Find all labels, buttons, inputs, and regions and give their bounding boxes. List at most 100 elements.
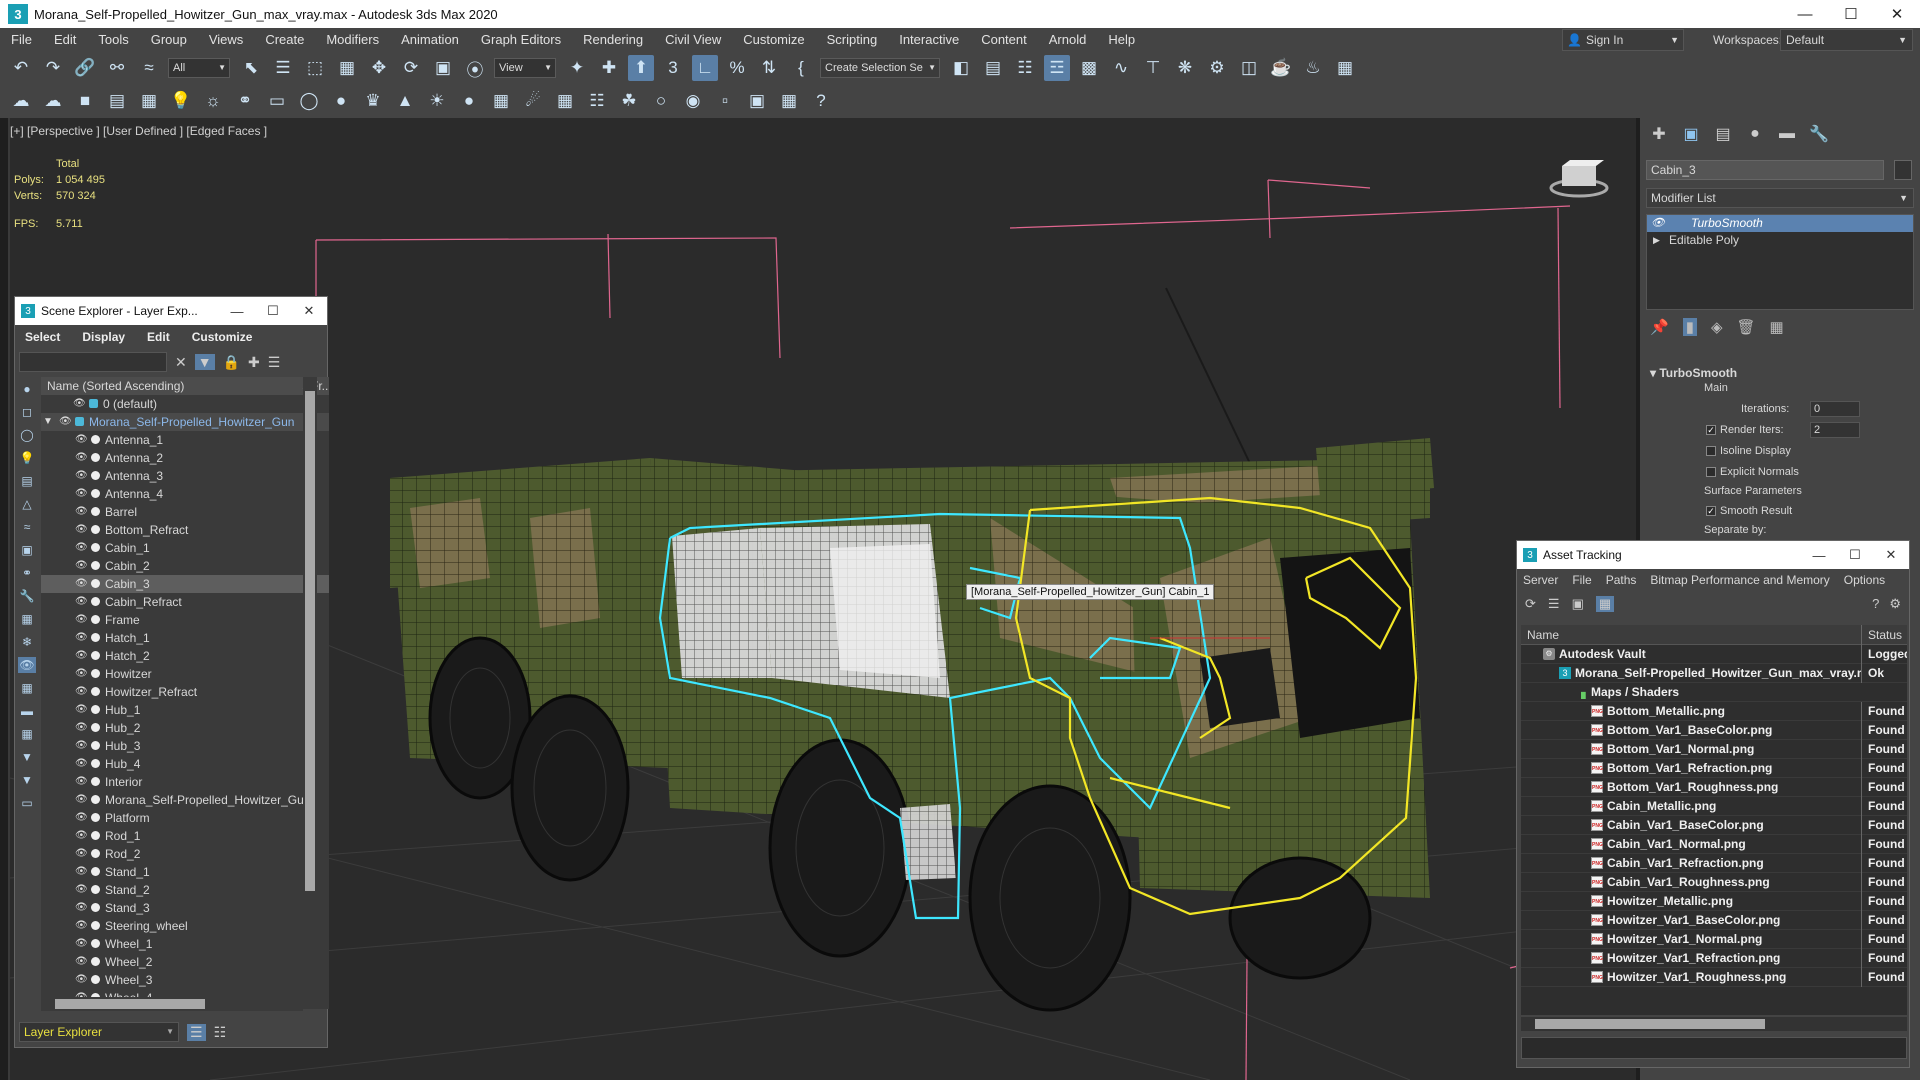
- eye-icon[interactable]: 👁: [75, 431, 88, 449]
- scene-explorer-title-bar[interactable]: 3 Scene Explorer - Layer Exp... — ☐ ✕: [15, 297, 327, 325]
- asset-row-texture[interactable]: PNG Bottom_Var1_Normal.png Found: [1521, 740, 1907, 759]
- asset-row-texture[interactable]: PNG Howitzer_Var1_Normal.png Found: [1521, 930, 1907, 949]
- show-end-result-icon[interactable]: ▮: [1682, 318, 1697, 336]
- menu-group[interactable]: Group: [140, 28, 198, 52]
- tree-row[interactable]: 👁 Hub_1: [41, 701, 329, 719]
- stack-item-turbosmooth[interactable]: 👁 TurboSmooth: [1647, 215, 1913, 232]
- groups-filter-icon[interactable]: ▣: [18, 542, 36, 558]
- se-menu-edit[interactable]: Edit: [147, 330, 170, 344]
- remove-modifier-icon[interactable]: 🗑: [1737, 318, 1756, 336]
- tree-row[interactable]: 👁 Cabin_2: [41, 557, 329, 575]
- eye-icon[interactable]: 👁: [75, 539, 88, 557]
- modifier-list-dropdown[interactable]: Modifier List ▼: [1646, 188, 1914, 208]
- tree-row[interactable]: 👁 Barrel: [41, 503, 329, 521]
- menu-content[interactable]: Content: [970, 28, 1038, 52]
- eye-icon[interactable]: 👁: [75, 449, 88, 467]
- asset-row-texture[interactable]: PNG Cabin_Metallic.png Found: [1521, 797, 1907, 816]
- tree-row[interactable]: 👁 Antenna_4: [41, 485, 329, 503]
- eye-icon[interactable]: 👁: [75, 557, 88, 575]
- eye-icon[interactable]: 👁: [75, 971, 88, 989]
- name-column-header[interactable]: Name (Sorted Ascending): [47, 379, 184, 393]
- menu-rendering[interactable]: Rendering: [572, 28, 654, 52]
- tree-row[interactable]: 👁 Antenna_2: [41, 449, 329, 467]
- scroll-thumb[interactable]: [305, 391, 315, 891]
- shapes-filter-icon[interactable]: ◯: [18, 427, 36, 443]
- new-layer-icon[interactable]: ✚: [248, 354, 260, 371]
- tree-row[interactable]: 👁 Stand_3: [41, 899, 329, 917]
- mirror-icon[interactable]: ◧: [948, 55, 974, 81]
- move-icon[interactable]: ✥: [366, 55, 392, 81]
- collapse-arrow-icon[interactable]: ▼: [43, 413, 53, 431]
- bind-space-warp-icon[interactable]: ≈: [136, 55, 162, 81]
- align-icon[interactable]: ▤: [980, 55, 1006, 81]
- bones-filter-icon[interactable]: 🔧: [18, 588, 36, 604]
- select-manipulate-icon[interactable]: ✚: [596, 55, 622, 81]
- unlink-icon[interactable]: ⚯: [104, 55, 130, 81]
- explicit-normals-checkbox[interactable]: [1706, 466, 1716, 477]
- vray-sun-icon[interactable]: ☀: [424, 88, 450, 114]
- list-view-icon[interactable]: ☰: [1548, 596, 1560, 612]
- eye-icon[interactable]: 👁: [1651, 215, 1665, 232]
- maximize-icon[interactable]: ☐: [1837, 547, 1873, 563]
- tree-horizontal-scrollbar[interactable]: [41, 997, 303, 1011]
- create-tab-icon[interactable]: ✚: [1646, 121, 1672, 147]
- vray-vfb-icon[interactable]: ▣: [744, 88, 770, 114]
- asset-row-texture[interactable]: PNG Bottom_Var1_Refraction.png Found: [1521, 759, 1907, 778]
- vray-clipper-icon[interactable]: ☘: [616, 88, 642, 114]
- asset-horizontal-scrollbar[interactable]: [1521, 1017, 1907, 1031]
- tree-row[interactable]: 👁 Wheel_2: [41, 953, 329, 971]
- minimize-icon[interactable]: —: [1782, 0, 1828, 28]
- lock-icon[interactable]: 🔒: [223, 354, 240, 371]
- menu-civil-view[interactable]: Civil View: [654, 28, 732, 52]
- render-production-icon[interactable]: ☕: [1268, 55, 1294, 81]
- eye-icon[interactable]: 👁: [75, 665, 88, 683]
- maximize-icon[interactable]: ☐: [1828, 0, 1874, 28]
- asset-path-field[interactable]: [1521, 1037, 1907, 1059]
- tree-row[interactable]: 👁 Rod_2: [41, 845, 329, 863]
- tree-row[interactable]: 👁 Stand_1: [41, 863, 329, 881]
- tree-row[interactable]: 👁 Frame: [41, 611, 329, 629]
- eye-icon[interactable]: 👁: [75, 485, 88, 503]
- helpers-filter-icon[interactable]: △: [18, 496, 36, 512]
- tree-row[interactable]: 👁 0 (default): [41, 395, 329, 413]
- tree-row[interactable]: 👁 Antenna_1: [41, 431, 329, 449]
- geometry-filter-icon[interactable]: ◻: [18, 404, 36, 420]
- eye-icon[interactable]: 👁: [75, 917, 88, 935]
- minimize-icon[interactable]: —: [219, 304, 255, 319]
- rollout-title[interactable]: ▾ TurboSmooth: [1646, 364, 1914, 382]
- tree-row[interactable]: 👁 Hub_2: [41, 719, 329, 737]
- viewport-label[interactable]: [+] [Perspective ] [User Defined ] [Edge…: [10, 124, 267, 138]
- scene-explorer-toggle-icon[interactable]: ☷: [1012, 55, 1038, 81]
- vray-volume-grid-icon[interactable]: ▫: [712, 88, 738, 114]
- maximize-icon[interactable]: ☐: [255, 303, 291, 319]
- table-view-icon[interactable]: ▦: [1595, 596, 1615, 612]
- asset-row-texture[interactable]: PNG Cabin_Var1_Refraction.png Found: [1521, 854, 1907, 873]
- menu-interactive[interactable]: Interactive: [888, 28, 970, 52]
- eye-icon[interactable]: 👁: [75, 683, 88, 701]
- eye-icon[interactable]: 👁: [73, 395, 86, 413]
- se-menu-customize[interactable]: Customize: [192, 330, 253, 344]
- tree-row[interactable]: 👁 Steering_wheel: [41, 917, 329, 935]
- tree-row[interactable]: ▼ 👁 Morana_Self-Propelled_Howitzer_Gun: [41, 413, 329, 431]
- thumbnail-view-icon[interactable]: ▣: [1572, 596, 1584, 612]
- lights-filter-icon[interactable]: 💡: [18, 450, 36, 466]
- render-setup-icon[interactable]: ⚙: [1204, 55, 1230, 81]
- close-icon[interactable]: ✕: [1874, 0, 1920, 28]
- tree-row[interactable]: 👁 Hatch_2: [41, 647, 329, 665]
- name-column-header[interactable]: Name: [1527, 625, 1559, 645]
- spinner-snap-icon[interactable]: ⇅: [756, 55, 782, 81]
- asset-row-texture[interactable]: PNG Howitzer_Var1_Roughness.png Found: [1521, 968, 1907, 987]
- vray-sky-icon[interactable]: ●: [456, 88, 482, 114]
- asset-row-texture[interactable]: PNG Howitzer_Var1_Refraction.png Found: [1521, 949, 1907, 968]
- eye-icon[interactable]: 👁: [75, 791, 88, 809]
- close-icon[interactable]: ✕: [1873, 547, 1909, 563]
- at-menu-paths[interactable]: Paths: [1606, 573, 1637, 587]
- rotate-icon[interactable]: ⟳: [398, 55, 424, 81]
- menu-modifiers[interactable]: Modifiers: [315, 28, 390, 52]
- tree-row[interactable]: 👁 Antenna_3: [41, 467, 329, 485]
- tree-row[interactable]: 👁 Stand_2: [41, 881, 329, 899]
- cameras-filter-icon[interactable]: ▤: [18, 473, 36, 489]
- angle-snap-icon[interactable]: ∟: [692, 55, 718, 81]
- undo-icon[interactable]: ↶: [8, 55, 34, 81]
- xrefs-filter-icon[interactable]: ⚭: [18, 565, 36, 581]
